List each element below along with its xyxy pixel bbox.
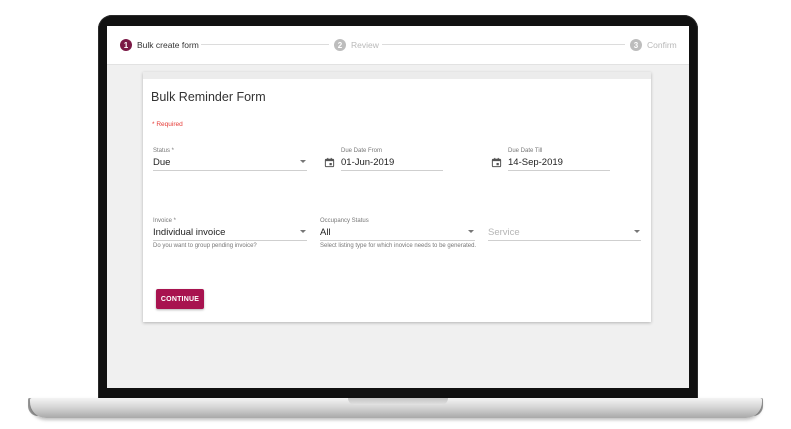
required-note: * Required	[152, 121, 183, 128]
invoice-select[interactable]: Invoice * Individual invoice Do you want…	[153, 218, 307, 258]
step-review[interactable]: 2 Review	[334, 37, 379, 53]
step-label: Confirm	[647, 40, 677, 50]
invoice-label: Invoice *	[153, 218, 177, 224]
status-label: Status *	[153, 148, 175, 154]
step-label: Bulk create form	[137, 40, 199, 50]
step-label: Review	[351, 40, 379, 50]
invoice-underline	[153, 240, 307, 241]
invoice-value: Individual invoice	[153, 227, 226, 238]
dropdown-arrow-icon	[634, 230, 640, 233]
stepper: 1 Bulk create form 2 Review 3 Confirm	[107, 26, 689, 65]
occupancy-status-value: All	[320, 227, 331, 238]
service-select[interactable]: Service	[488, 218, 641, 242]
due-date-from-value: 01-Jun-2019	[341, 157, 395, 168]
form-title: Bulk Reminder Form	[151, 90, 266, 104]
due-date-till-field[interactable]: Due Date Till 14-Sep-2019	[491, 148, 610, 172]
card-top-bar	[143, 72, 651, 79]
step-confirm[interactable]: 3 Confirm	[630, 37, 677, 53]
occupancy-status-label: Occupancy Status	[320, 218, 369, 224]
due-date-till-value: 14-Sep-2019	[508, 157, 563, 168]
laptop-screen: 1 Bulk create form 2 Review 3 Confirm Bu…	[107, 26, 689, 388]
service-underline	[488, 240, 641, 241]
service-placeholder: Service	[488, 227, 520, 238]
calendar-icon[interactable]	[324, 157, 335, 168]
status-select[interactable]: Status * Due	[153, 148, 307, 172]
step-number-badge: 1	[120, 39, 132, 51]
due-date-till-underline	[508, 170, 610, 171]
due-date-from-field[interactable]: Due Date From 01-Jun-2019	[324, 148, 443, 172]
step-bulk-create-form[interactable]: 1 Bulk create form	[120, 37, 199, 53]
step-connector	[201, 44, 329, 45]
due-date-from-underline	[341, 170, 443, 171]
calendar-icon[interactable]	[491, 157, 502, 168]
invoice-hint: Do you want to group pending invoice?	[153, 243, 257, 249]
due-date-from-label: Due Date From	[341, 148, 383, 154]
due-date-till-label: Due Date Till	[508, 148, 543, 154]
status-value: Due	[153, 157, 171, 168]
status-underline	[153, 170, 307, 171]
dropdown-arrow-icon	[300, 230, 306, 233]
dropdown-arrow-icon	[468, 230, 474, 233]
bulk-reminder-card: Bulk Reminder Form * Required Status * D…	[143, 72, 651, 322]
step-number-badge: 3	[630, 39, 642, 51]
dropdown-arrow-icon	[300, 160, 306, 163]
occupancy-status-hint: Select listing type for which inovice ne…	[320, 243, 477, 249]
step-number-badge: 2	[334, 39, 346, 51]
occupancy-status-select[interactable]: Occupancy Status All Select listing type…	[320, 218, 477, 258]
step-connector	[382, 44, 625, 45]
laptop-notch	[348, 398, 448, 405]
continue-button[interactable]: CONTINUE	[156, 289, 204, 309]
occupancy-status-underline	[320, 240, 475, 241]
